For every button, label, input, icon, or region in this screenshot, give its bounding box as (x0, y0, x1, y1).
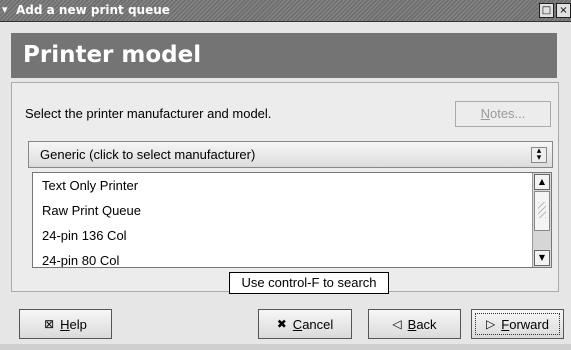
help-label: Help (60, 317, 87, 332)
cancel-button-content: ✖ Cancel (259, 310, 351, 338)
cancel-rest: ancel (302, 316, 334, 332)
list-scrollbar[interactable]: ▲ ▼ (532, 173, 551, 267)
help-button[interactable]: ⊠ Help (19, 309, 112, 339)
manufacturer-combo[interactable]: Generic (click to select manufacturer) ▴… (28, 141, 553, 168)
search-tooltip: Use control-F to search (229, 272, 389, 294)
cancel-button[interactable]: ✖ Cancel (258, 309, 352, 339)
back-label: Back (408, 317, 437, 332)
window-title: Add a new print queue (16, 3, 170, 17)
help-rest: elp (69, 316, 87, 332)
scroll-thumb[interactable] (534, 191, 550, 231)
help-icon: ⊠ (44, 317, 55, 331)
combo-arrows-icon[interactable]: ▴ ▾ (531, 147, 547, 163)
cancel-label: Cancel (293, 317, 333, 332)
manufacturer-value: Generic (click to select manufacturer) (40, 147, 256, 162)
notes-mnemonic: N (480, 106, 490, 121)
grip-icon (538, 202, 546, 218)
window-bottom-border (0, 344, 571, 350)
forward-arrow-icon: ▷ (486, 317, 496, 331)
back-arrow-icon: ◁ (392, 317, 402, 331)
forward-label: Forward (501, 317, 549, 332)
list-item[interactable]: Raw Print Queue (33, 198, 551, 223)
help-button-content: ⊠ Help (20, 310, 111, 338)
notes-button[interactable]: Notes... (455, 101, 551, 127)
window-titlebar[interactable]: ▾ Add a new print queue □ × (0, 0, 571, 22)
back-button-content: ◁ Back (369, 310, 460, 338)
forward-rest: orward (509, 316, 549, 332)
help-mnemonic: H (60, 316, 70, 332)
list-item[interactable]: 24-pin 136 Col (33, 223, 551, 248)
forward-button-content: ▷ Forward (472, 310, 563, 338)
scroll-down-icon[interactable]: ▼ (534, 250, 550, 266)
list-item[interactable]: 24-pin 80 Col (33, 248, 551, 267)
forward-button[interactable]: ▷ Forward (471, 309, 564, 339)
model-list[interactable]: Text Only Printer Raw Print Queue 24-pin… (32, 172, 552, 268)
cancel-icon: ✖ (276, 317, 287, 331)
back-rest: ack (416, 316, 437, 332)
page-header: Printer model (11, 33, 557, 78)
page-title: Printer model (23, 42, 202, 68)
cancel-mnemonic: C (292, 316, 303, 332)
maximize-button[interactable]: □ (539, 3, 554, 18)
list-item[interactable]: Text Only Printer (33, 173, 551, 198)
back-button[interactable]: ◁ Back (368, 309, 461, 339)
close-button[interactable]: × (556, 3, 571, 18)
instruction-label: Select the printer manufacturer and mode… (25, 106, 272, 121)
notes-label: otes... (489, 106, 526, 121)
scroll-up-icon[interactable]: ▲ (534, 174, 550, 190)
chevron-down-icon[interactable]: ▾ (2, 3, 15, 16)
